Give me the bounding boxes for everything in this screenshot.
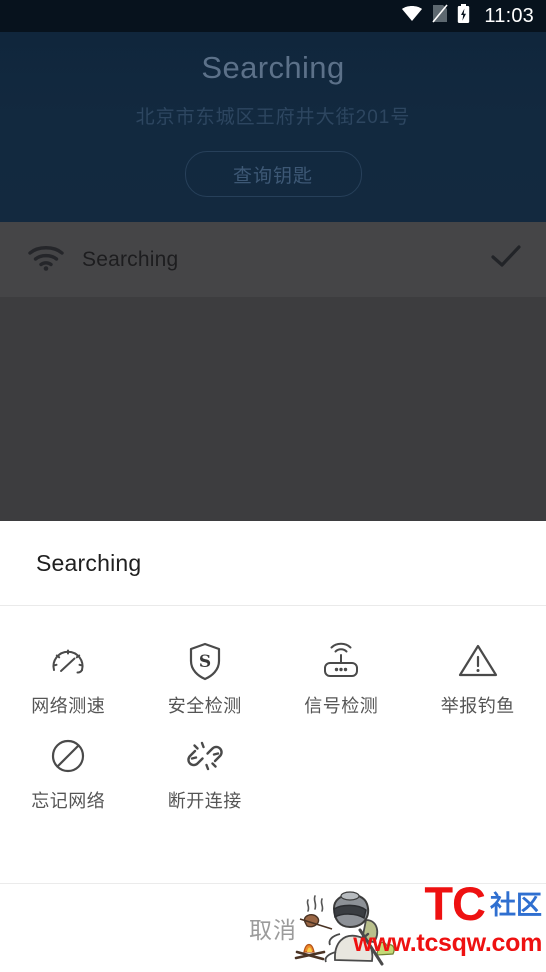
router-signal-icon [317,638,365,684]
sheet-header: Searching [0,521,546,605]
action-label: 信号检测 [304,696,379,716]
warning-triangle-icon [455,638,501,684]
action-grid-filler [410,727,546,822]
action-report-phishing[interactable]: 举报钓鱼 [410,632,546,727]
app-header: Searching 北京市东城区王府井大街201号 查询钥匙 [0,32,546,222]
cancel-button[interactable]: 取消 [0,884,546,972]
action-disconnect[interactable]: 断开连接 [137,727,274,822]
action-label: 断开连接 [167,791,242,811]
wifi-list-empty-area [0,297,546,521]
sheet-title: Searching [36,549,142,576]
action-label: 举报钓鱼 [440,696,515,716]
action-label: 网络测速 [31,696,106,716]
status-bar-icons: 11:03 [401,3,534,29]
action-network-speed-test[interactable]: 网络测速 [0,632,137,727]
speedometer-icon [46,638,90,684]
action-security-check[interactable]: S 安全检测 [137,632,274,727]
wifi-list-scrim: Searching [0,222,546,521]
action-label: 安全检测 [167,696,242,716]
action-grid: 网络测速 S 安全检测 信号检测 举报钓鱼 忘记网络 断开连接 [0,606,546,832]
action-grid-row-1: 网络测速 S 安全检测 信号检测 举报钓鱼 [0,632,546,727]
action-signal-check[interactable]: 信号检测 [273,632,410,727]
action-forget-network[interactable]: 忘记网络 [0,727,137,822]
action-bottom-sheet: Searching 网络测速 S 安全检测 信号检测 举报钓鱼 忘记网络 断开连… [0,521,546,972]
phone-screen: 11:03 Searching 北京市东城区王府井大街201号 查询钥匙 Sea… [0,0,546,972]
wifi-list-row-searching[interactable]: Searching [0,222,546,297]
action-grid-row-2: 忘记网络 断开连接 [0,727,546,822]
battery-charging-icon [457,3,470,29]
svg-text:S: S [199,652,211,672]
wifi-icon [401,5,423,28]
wifi-icon [26,242,70,277]
broken-link-icon [183,733,227,779]
query-key-button[interactable]: 查询钥匙 [184,151,362,197]
status-bar: 11:03 [0,0,546,32]
cancel-button-label: 取消 [249,917,297,943]
page-title: Searching [201,50,345,85]
wifi-row-ssid: Searching [82,247,179,271]
check-icon [490,244,524,275]
forbidden-icon [46,733,90,779]
action-grid-filler [273,727,410,822]
shield-s-icon: S [183,638,227,684]
action-label: 忘记网络 [31,791,106,811]
header-address: 北京市东城区王府井大街201号 [135,107,411,128]
status-bar-clock: 11:03 [484,5,534,27]
sim-off-icon [432,4,449,28]
